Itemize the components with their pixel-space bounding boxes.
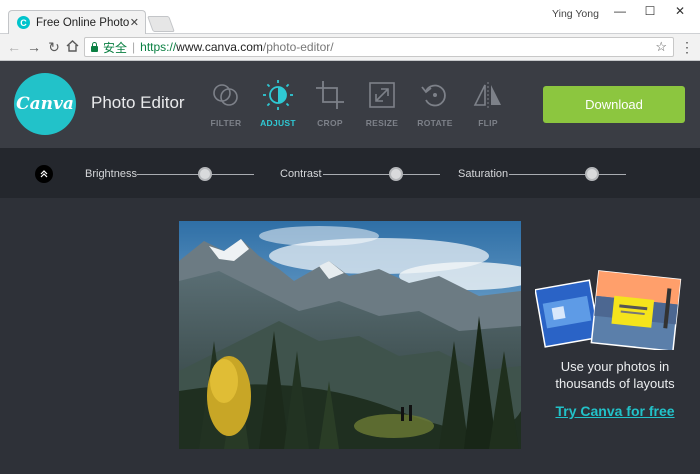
logo-text: Canva	[16, 94, 74, 114]
canva-favicon-icon: C	[17, 16, 30, 29]
url-scheme: https://	[140, 40, 177, 54]
promo-text: Use your photos in thousands of layouts	[555, 359, 675, 391]
saturation-slider-handle[interactable]	[585, 167, 600, 181]
new-tab-button[interactable]	[147, 16, 175, 32]
canva-logo[interactable]: Canva	[14, 73, 76, 135]
browser-toolbar: ← → ↻ 安全 | https://www.canva.com/photo-e…	[0, 34, 700, 61]
tab-title: Free Online Photo Editor	[36, 16, 132, 29]
tool-resize[interactable]: RESIZE	[357, 79, 407, 128]
resize-icon	[369, 82, 395, 108]
secure-label: 安全	[103, 40, 128, 55]
saturation-slider-track[interactable]	[509, 174, 626, 175]
url-path: /photo-editor/	[262, 40, 334, 54]
minimize-icon[interactable]: —	[610, 4, 630, 18]
lock-icon	[91, 41, 98, 52]
brightness-label: Brightness	[85, 168, 137, 180]
profile-name[interactable]: Ying Yong	[552, 8, 599, 20]
collapse-button[interactable]	[35, 165, 53, 183]
adjust-panel: Brightness Contrast Saturation	[0, 148, 700, 198]
chevron-up-icon	[40, 170, 48, 178]
tool-label: FLIP	[478, 118, 498, 128]
promo-illustration	[534, 270, 685, 353]
tool-label: CROP	[317, 118, 343, 128]
editor-header: Canva Photo Editor FILTER ADJUST CROP RE…	[0, 61, 700, 148]
tool-label: ROTATE	[417, 118, 453, 128]
url-host: www.canva.com	[176, 40, 263, 54]
contrast-label: Contrast	[280, 168, 322, 180]
browser-titlebar: C Free Online Photo Editor ✕ Ying Yong —…	[0, 0, 700, 34]
tool-label: ADJUST	[260, 118, 296, 128]
close-window-icon[interactable]: ✕	[670, 4, 690, 18]
tool-label: RESIZE	[365, 118, 399, 128]
flip-icon	[473, 82, 501, 108]
filter-icon	[213, 84, 238, 106]
edited-photo[interactable]	[179, 221, 521, 449]
brightness-slider-handle[interactable]	[197, 167, 212, 181]
crop-icon	[316, 81, 344, 109]
tool-rotate[interactable]: ROTATE	[410, 79, 460, 128]
browser-menu-icon[interactable]: ⋮	[680, 39, 694, 56]
home-icon[interactable]	[64, 39, 80, 55]
contrast-slider-track[interactable]	[323, 174, 440, 175]
bookmark-star-icon[interactable]: ☆	[655, 39, 667, 55]
tool-flip[interactable]: FLIP	[463, 79, 513, 128]
browser-tab[interactable]: C Free Online Photo Editor ✕	[8, 10, 146, 34]
saturation-label: Saturation	[458, 168, 509, 180]
try-canva-link[interactable]: Try Canva for free	[540, 403, 690, 419]
forward-icon[interactable]: →	[26, 39, 42, 55]
back-icon[interactable]: ←	[6, 39, 22, 55]
brightness-slider-track[interactable]	[137, 174, 254, 175]
maximize-icon[interactable]: ☐	[640, 4, 660, 18]
rotate-icon	[421, 84, 446, 107]
tool-crop[interactable]: CROP	[305, 79, 355, 128]
tab-close-icon[interactable]: ✕	[130, 16, 139, 29]
editor-canvas: Use your photos in thousands of layouts …	[0, 198, 700, 474]
url-bar[interactable]: 安全 | https://www.canva.com/photo-editor/…	[84, 37, 674, 57]
download-button[interactable]: Download	[543, 86, 685, 123]
tool-label: FILTER	[210, 118, 242, 128]
reload-icon[interactable]: ↻	[46, 39, 62, 55]
page-title: Photo Editor	[91, 93, 185, 112]
url-separator: |	[132, 40, 136, 54]
adjust-icon	[263, 80, 293, 110]
tool-filter[interactable]: FILTER	[201, 79, 251, 128]
contrast-slider-handle[interactable]	[388, 167, 403, 181]
tool-adjust[interactable]: ADJUST	[253, 79, 303, 128]
